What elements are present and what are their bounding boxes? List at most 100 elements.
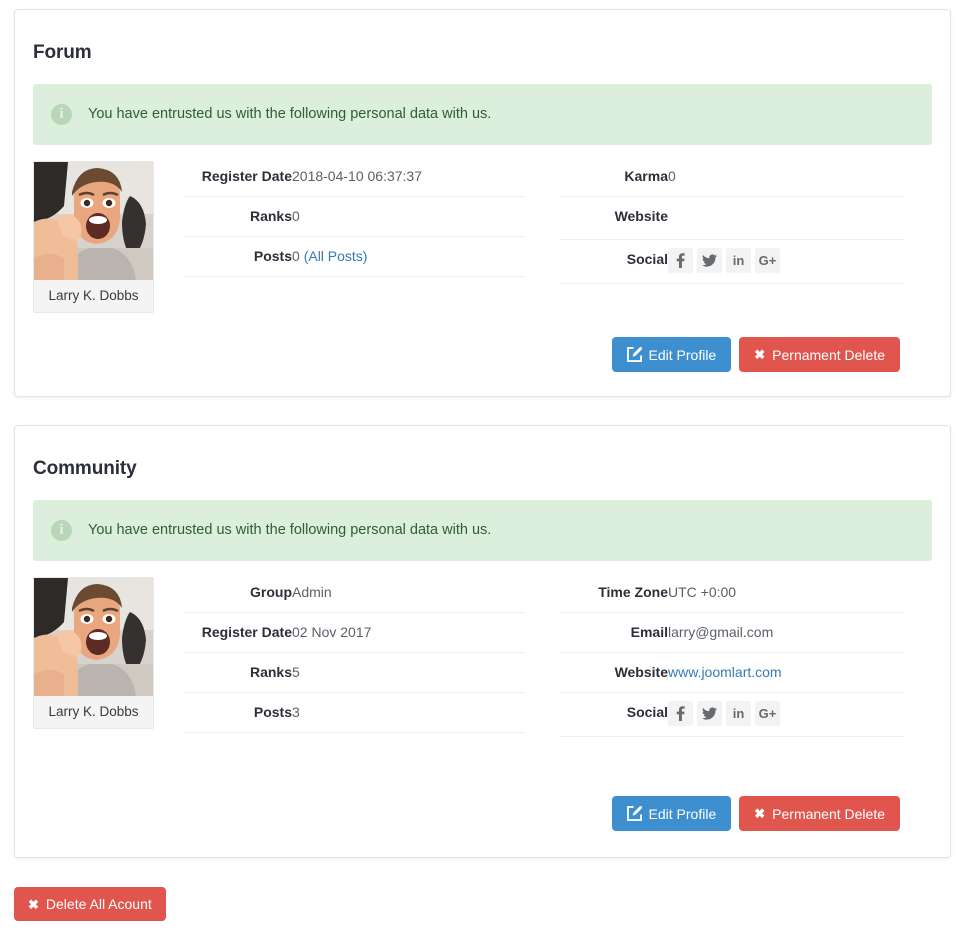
table-row: Social [560,239,903,283]
close-x-icon: ✖ [754,807,765,820]
edit-profile-button[interactable]: Edit Profile [612,337,732,372]
forum-left-table: Register Date 2018-04-10 06:37:37 Ranks … [184,161,524,277]
row-label: Email [560,612,668,652]
facebook-icon[interactable] [668,701,693,726]
table-row: Ranks 0 [184,196,524,236]
all-posts-link[interactable]: (All Posts) [304,248,368,264]
community-info-alert: i You have entrusted us with the followi… [33,500,932,561]
forum-info-tables: Register Date 2018-04-10 06:37:37 Ranks … [174,161,932,284]
table-row: Website [560,196,903,239]
row-value: 0 (All Posts) [292,236,524,276]
delete-all-account-label: Delete All Acount [46,897,152,911]
table-row: Time Zone UTC +0:00 [560,577,903,612]
avatar-username: Larry K. Dobbs [34,280,153,312]
row-value: 0 [292,196,524,236]
community-card-body: Community i You have entrusted us with t… [15,426,950,737]
row-value [668,196,903,239]
row-value: 2018-04-10 06:37:37 [292,161,524,196]
page-title-community: Community [33,458,932,480]
row-value: Admin [292,577,524,612]
gdpr-personal-data-page: Forum i You have entrusted us with the f… [0,0,965,934]
permanent-delete-button[interactable]: ✖ Pernament Delete [739,337,900,372]
forum-right-column: Karma 0 Website Social [534,161,913,284]
permanent-delete-label: Pernament Delete [772,348,885,362]
community-right-column: Time Zone UTC +0:00 Email larry@gmail.co… [534,577,913,737]
forum-card: Forum i You have entrusted us with the f… [14,9,951,397]
row-value: www.joomlart.com [668,652,903,692]
row-label: Website [560,652,668,692]
edit-profile-label: Edit Profile [649,807,717,821]
community-profile-row: Larry K. Dobbs Group Admin Register [33,577,932,737]
table-row: Email larry@gmail.com [560,612,903,652]
googleplus-icon[interactable]: G+ [755,248,780,273]
close-x-icon: ✖ [754,348,765,361]
table-row: Posts 0 (All Posts) [184,236,524,276]
table-row: Social [560,692,903,736]
linkedin-icon[interactable]: in [726,701,751,726]
twitter-icon[interactable] [697,248,722,273]
avatar-username: Larry K. Dobbs [34,696,153,728]
table-row: Posts 3 [184,692,524,732]
community-info-tables: Group Admin Register Date 02 Nov 2017 Ra… [174,577,932,737]
info-circle-icon: i [51,520,72,541]
community-right-table: Time Zone UTC +0:00 Email larry@gmail.co… [560,577,903,737]
googleplus-icon[interactable]: G+ [755,701,780,726]
row-label: Register Date [184,612,292,652]
permanent-delete-button[interactable]: ✖ Permanent Delete [739,796,900,831]
row-label: Social [560,692,668,736]
page-title-forum: Forum [33,42,932,64]
row-label: Website [560,196,668,239]
delete-all-account-button[interactable]: ✖ Delete All Acount [14,887,166,921]
posts-count: 0 [292,248,300,264]
forum-avatar: Larry K. Dobbs [33,161,154,313]
forum-card-body: Forum i You have entrusted us with the f… [15,10,950,313]
community-avatar: Larry K. Dobbs [33,577,154,729]
community-alert-text: You have entrusted us with the following… [88,522,491,539]
row-value: larry@gmail.com [668,612,903,652]
table-row: Ranks 5 [184,652,524,692]
website-link[interactable]: www.joomlart.com [668,664,782,680]
table-row: Karma 0 [560,161,903,196]
avatar-photo [34,578,153,696]
avatar-photo [34,162,153,280]
edit-profile-label: Edit Profile [649,348,717,362]
forum-right-table: Karma 0 Website Social [560,161,903,284]
social-links: in G+ [668,248,903,273]
footer-actions: ✖ Delete All Acount [14,887,166,921]
row-value: in G+ [668,692,903,736]
row-label: Posts [184,692,292,732]
forum-profile-row: Larry K. Dobbs Register Date 2018-04-10 … [33,161,932,313]
community-left-column: Group Admin Register Date 02 Nov 2017 Ra… [174,577,534,737]
social-links: in G+ [668,701,903,726]
row-label: Register Date [184,161,292,196]
row-value: 02 Nov 2017 [292,612,524,652]
row-label: Time Zone [560,577,668,612]
row-label: Ranks [184,652,292,692]
table-row: Register Date 2018-04-10 06:37:37 [184,161,524,196]
row-value: 5 [292,652,524,692]
row-value: in G+ [668,239,903,283]
row-value: 3 [292,692,524,732]
table-row: Register Date 02 Nov 2017 [184,612,524,652]
row-label: Social [560,239,668,283]
forum-action-buttons: Edit Profile ✖ Pernament Delete [612,337,928,372]
edit-pencil-icon [627,347,642,362]
forum-info-alert: i You have entrusted us with the followi… [33,84,932,145]
community-card: Community i You have entrusted us with t… [14,425,951,858]
row-value: UTC +0:00 [668,577,903,612]
twitter-icon[interactable] [697,701,722,726]
forum-left-column: Register Date 2018-04-10 06:37:37 Ranks … [174,161,534,284]
linkedin-icon[interactable]: in [726,248,751,273]
row-label: Karma [560,161,668,196]
table-row: Website www.joomlart.com [560,652,903,692]
edit-pencil-icon [627,806,642,821]
edit-profile-button[interactable]: Edit Profile [612,796,732,831]
row-label: Posts [184,236,292,276]
row-label: Ranks [184,196,292,236]
row-label: Group [184,577,292,612]
forum-alert-text: You have entrusted us with the following… [88,106,491,123]
facebook-icon[interactable] [668,248,693,273]
community-left-table: Group Admin Register Date 02 Nov 2017 Ra… [184,577,524,733]
row-value: 0 [668,161,903,196]
info-circle-icon: i [51,104,72,125]
